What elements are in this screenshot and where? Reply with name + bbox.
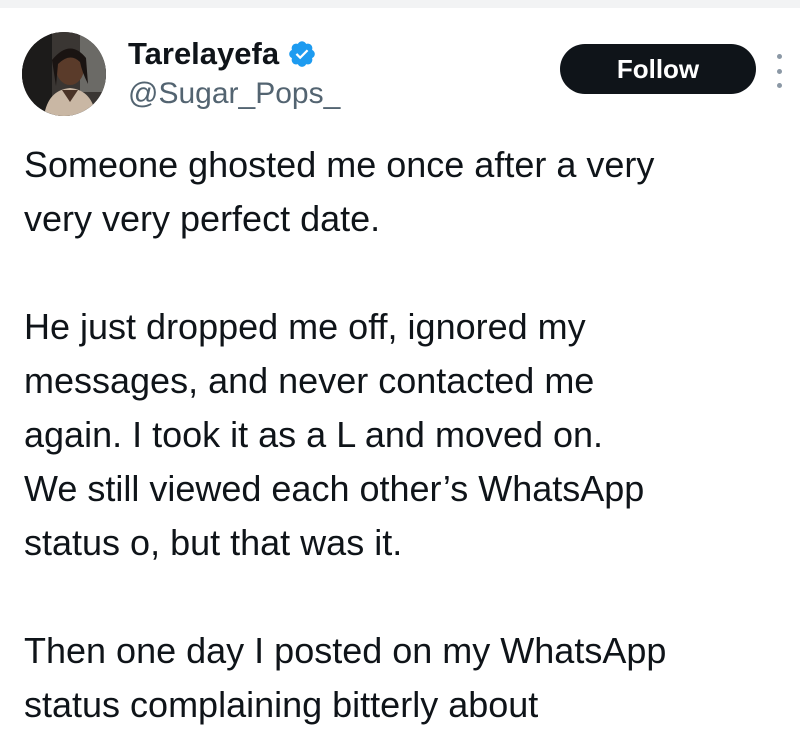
tweet-line: Someone ghosted me once after a very [24, 144, 655, 185]
handle[interactable]: @Sugar_Pops_ [128, 74, 340, 114]
more-options-icon[interactable] [774, 54, 784, 88]
tweet-line: again. I took it as a L and moved on. [24, 414, 604, 455]
tweet-line: messages, and never contacted me [24, 360, 595, 401]
author-info: Tarelayefa @Sugar_Pops_ [128, 36, 340, 114]
verified-badge-icon [287, 39, 317, 69]
tweet-text: Someone ghosted me once after a very ver… [24, 138, 784, 732]
top-divider [0, 0, 800, 8]
tweet-line: Then one day I posted on my WhatsApp [24, 630, 667, 671]
avatar-photo-icon [22, 32, 106, 116]
tweet-header: Tarelayefa @Sugar_Pops_ Follow [22, 32, 782, 122]
follow-button[interactable]: Follow [560, 44, 756, 94]
avatar[interactable] [22, 32, 106, 116]
tweet-line: He just dropped me off, ignored my [24, 306, 586, 347]
tweet-paragraph: He just dropped me off, ignored my messa… [24, 300, 784, 570]
display-name[interactable]: Tarelayefa [128, 36, 279, 72]
tweet-line: status o, but that was it. [24, 522, 403, 563]
tweet-line: status complaining bitterly about [24, 684, 539, 725]
tweet-line: We still viewed each other’s WhatsApp [24, 468, 645, 509]
name-row: Tarelayefa [128, 36, 340, 72]
tweet-line: very very perfect date. [24, 198, 381, 239]
tweet-paragraph: Then one day I posted on my WhatsApp sta… [24, 624, 784, 732]
tweet-paragraph: Someone ghosted me once after a very ver… [24, 138, 784, 246]
